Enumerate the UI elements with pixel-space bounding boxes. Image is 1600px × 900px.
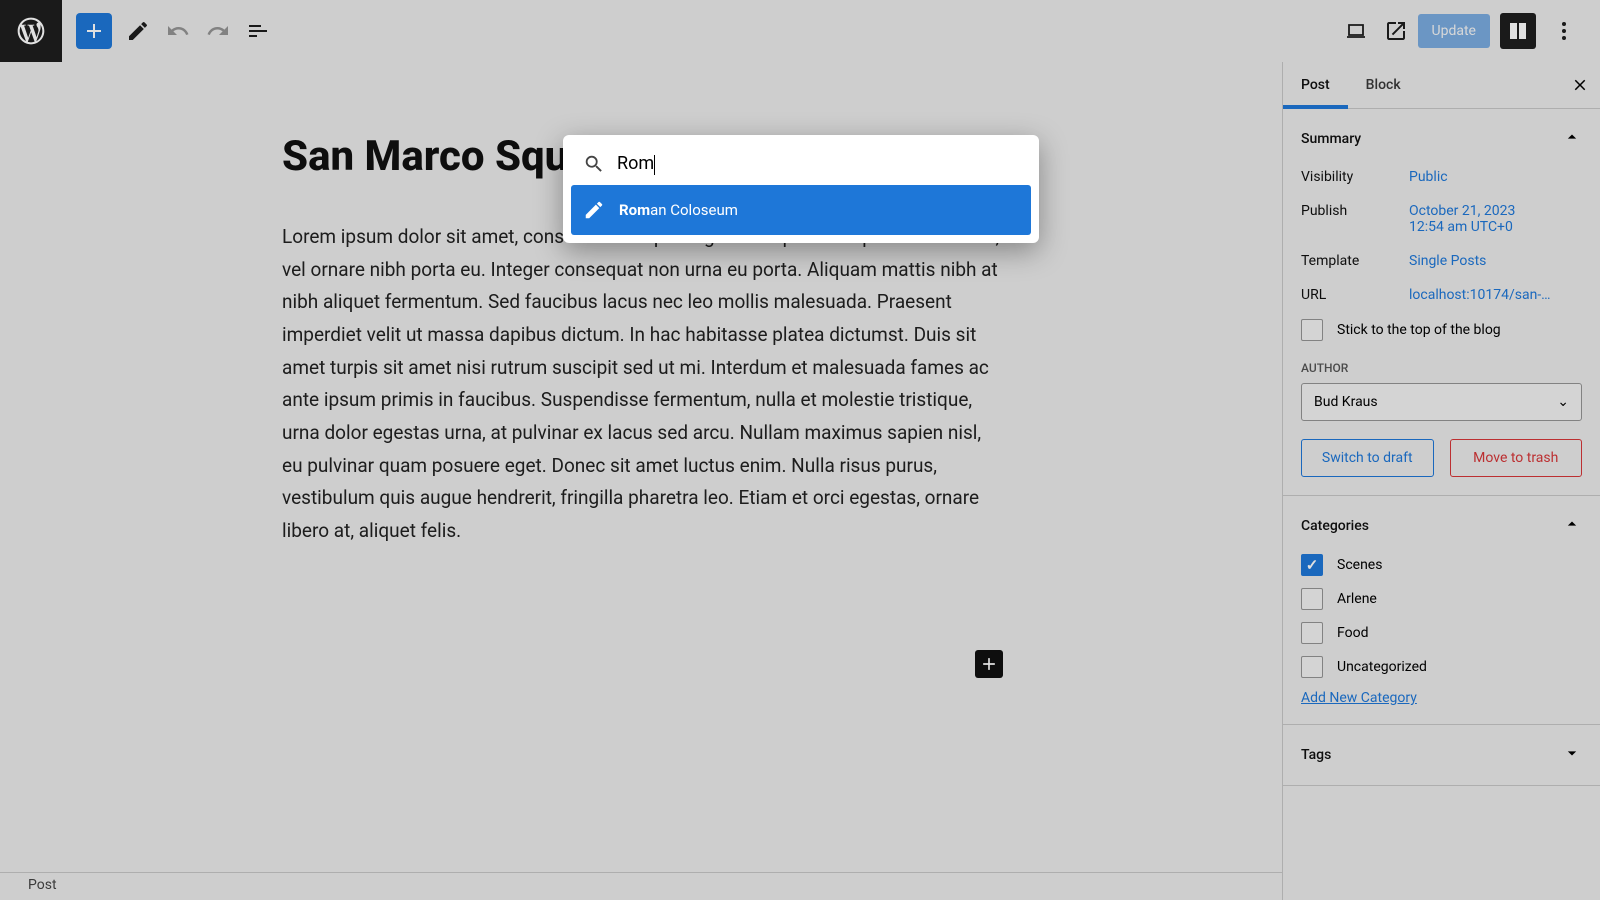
panel-tags: Tags bbox=[1283, 725, 1600, 786]
update-button: Update bbox=[1418, 14, 1490, 48]
undo-button bbox=[160, 13, 196, 49]
search-input[interactable]: Rom bbox=[617, 153, 1019, 174]
settings-toggle-button[interactable] bbox=[1500, 13, 1536, 49]
category-checkbox-arlene[interactable] bbox=[1301, 588, 1323, 610]
chevron-down-icon[interactable] bbox=[1562, 743, 1582, 767]
move-trash-button[interactable]: Move to trash bbox=[1450, 439, 1583, 477]
category-label: Scenes bbox=[1337, 557, 1382, 573]
author-heading: AUTHOR bbox=[1301, 361, 1582, 375]
category-label: Uncategorized bbox=[1337, 659, 1427, 675]
chevron-up-icon[interactable] bbox=[1562, 514, 1582, 538]
tab-block[interactable]: Block bbox=[1348, 62, 1419, 108]
visibility-label: Visibility bbox=[1301, 169, 1409, 185]
visibility-value[interactable]: Public bbox=[1409, 169, 1582, 185]
category-label: Arlene bbox=[1337, 591, 1377, 607]
external-link-button[interactable] bbox=[1378, 13, 1414, 49]
summary-title: Summary bbox=[1301, 131, 1361, 147]
search-icon bbox=[583, 153, 605, 175]
close-panel-button[interactable] bbox=[1560, 62, 1600, 108]
publish-value[interactable]: October 21, 202312:54 am UTC+0 bbox=[1409, 203, 1582, 235]
url-label: URL bbox=[1301, 287, 1409, 303]
panel-summary: Summary VisibilityPublic PublishOctober … bbox=[1283, 109, 1600, 496]
post-icon bbox=[583, 199, 605, 221]
category-label: Food bbox=[1337, 625, 1368, 641]
switch-draft-button[interactable]: Switch to draft bbox=[1301, 439, 1434, 477]
url-value[interactable]: localhost:10174/san-… bbox=[1409, 287, 1582, 303]
tags-title: Tags bbox=[1301, 747, 1331, 763]
stick-checkbox[interactable] bbox=[1301, 319, 1323, 341]
chevron-up-icon[interactable] bbox=[1562, 127, 1582, 151]
add-category-link[interactable]: Add New Category bbox=[1301, 690, 1417, 706]
author-select[interactable]: Bud Kraus⌄ bbox=[1301, 383, 1582, 421]
publish-label: Publish bbox=[1301, 203, 1409, 235]
link-search-popover: Rom Roman Coloseum bbox=[563, 135, 1039, 243]
category-checkbox-food[interactable] bbox=[1301, 622, 1323, 644]
wordpress-logo[interactable] bbox=[0, 0, 62, 62]
categories-title: Categories bbox=[1301, 518, 1369, 534]
category-checkbox-scenes[interactable] bbox=[1301, 554, 1323, 576]
breadcrumb[interactable]: Post bbox=[0, 872, 1282, 900]
top-toolbar: Update bbox=[0, 0, 1600, 62]
redo-button bbox=[200, 13, 236, 49]
tools-button[interactable] bbox=[120, 13, 156, 49]
document-overview-button[interactable] bbox=[240, 13, 276, 49]
template-value[interactable]: Single Posts bbox=[1409, 253, 1582, 269]
more-options-button[interactable] bbox=[1546, 13, 1582, 49]
search-suggestion[interactable]: Roman Coloseum bbox=[571, 185, 1031, 235]
append-block-button[interactable] bbox=[975, 650, 1003, 678]
settings-sidebar: Post Block Summary VisibilityPublic Publ… bbox=[1282, 62, 1600, 900]
tab-post[interactable]: Post bbox=[1283, 62, 1348, 108]
post-body[interactable]: Lorem ipsum dolor sit amet, consectetur … bbox=[282, 221, 1002, 548]
add-block-button[interactable] bbox=[76, 13, 112, 49]
chevron-down-icon: ⌄ bbox=[1557, 394, 1569, 410]
view-button[interactable] bbox=[1338, 13, 1374, 49]
template-label: Template bbox=[1301, 253, 1409, 269]
category-checkbox-uncategorized[interactable] bbox=[1301, 656, 1323, 678]
stick-label: Stick to the top of the blog bbox=[1337, 322, 1501, 338]
panel-categories: Categories Scenes Arlene Food Uncategori… bbox=[1283, 496, 1600, 725]
